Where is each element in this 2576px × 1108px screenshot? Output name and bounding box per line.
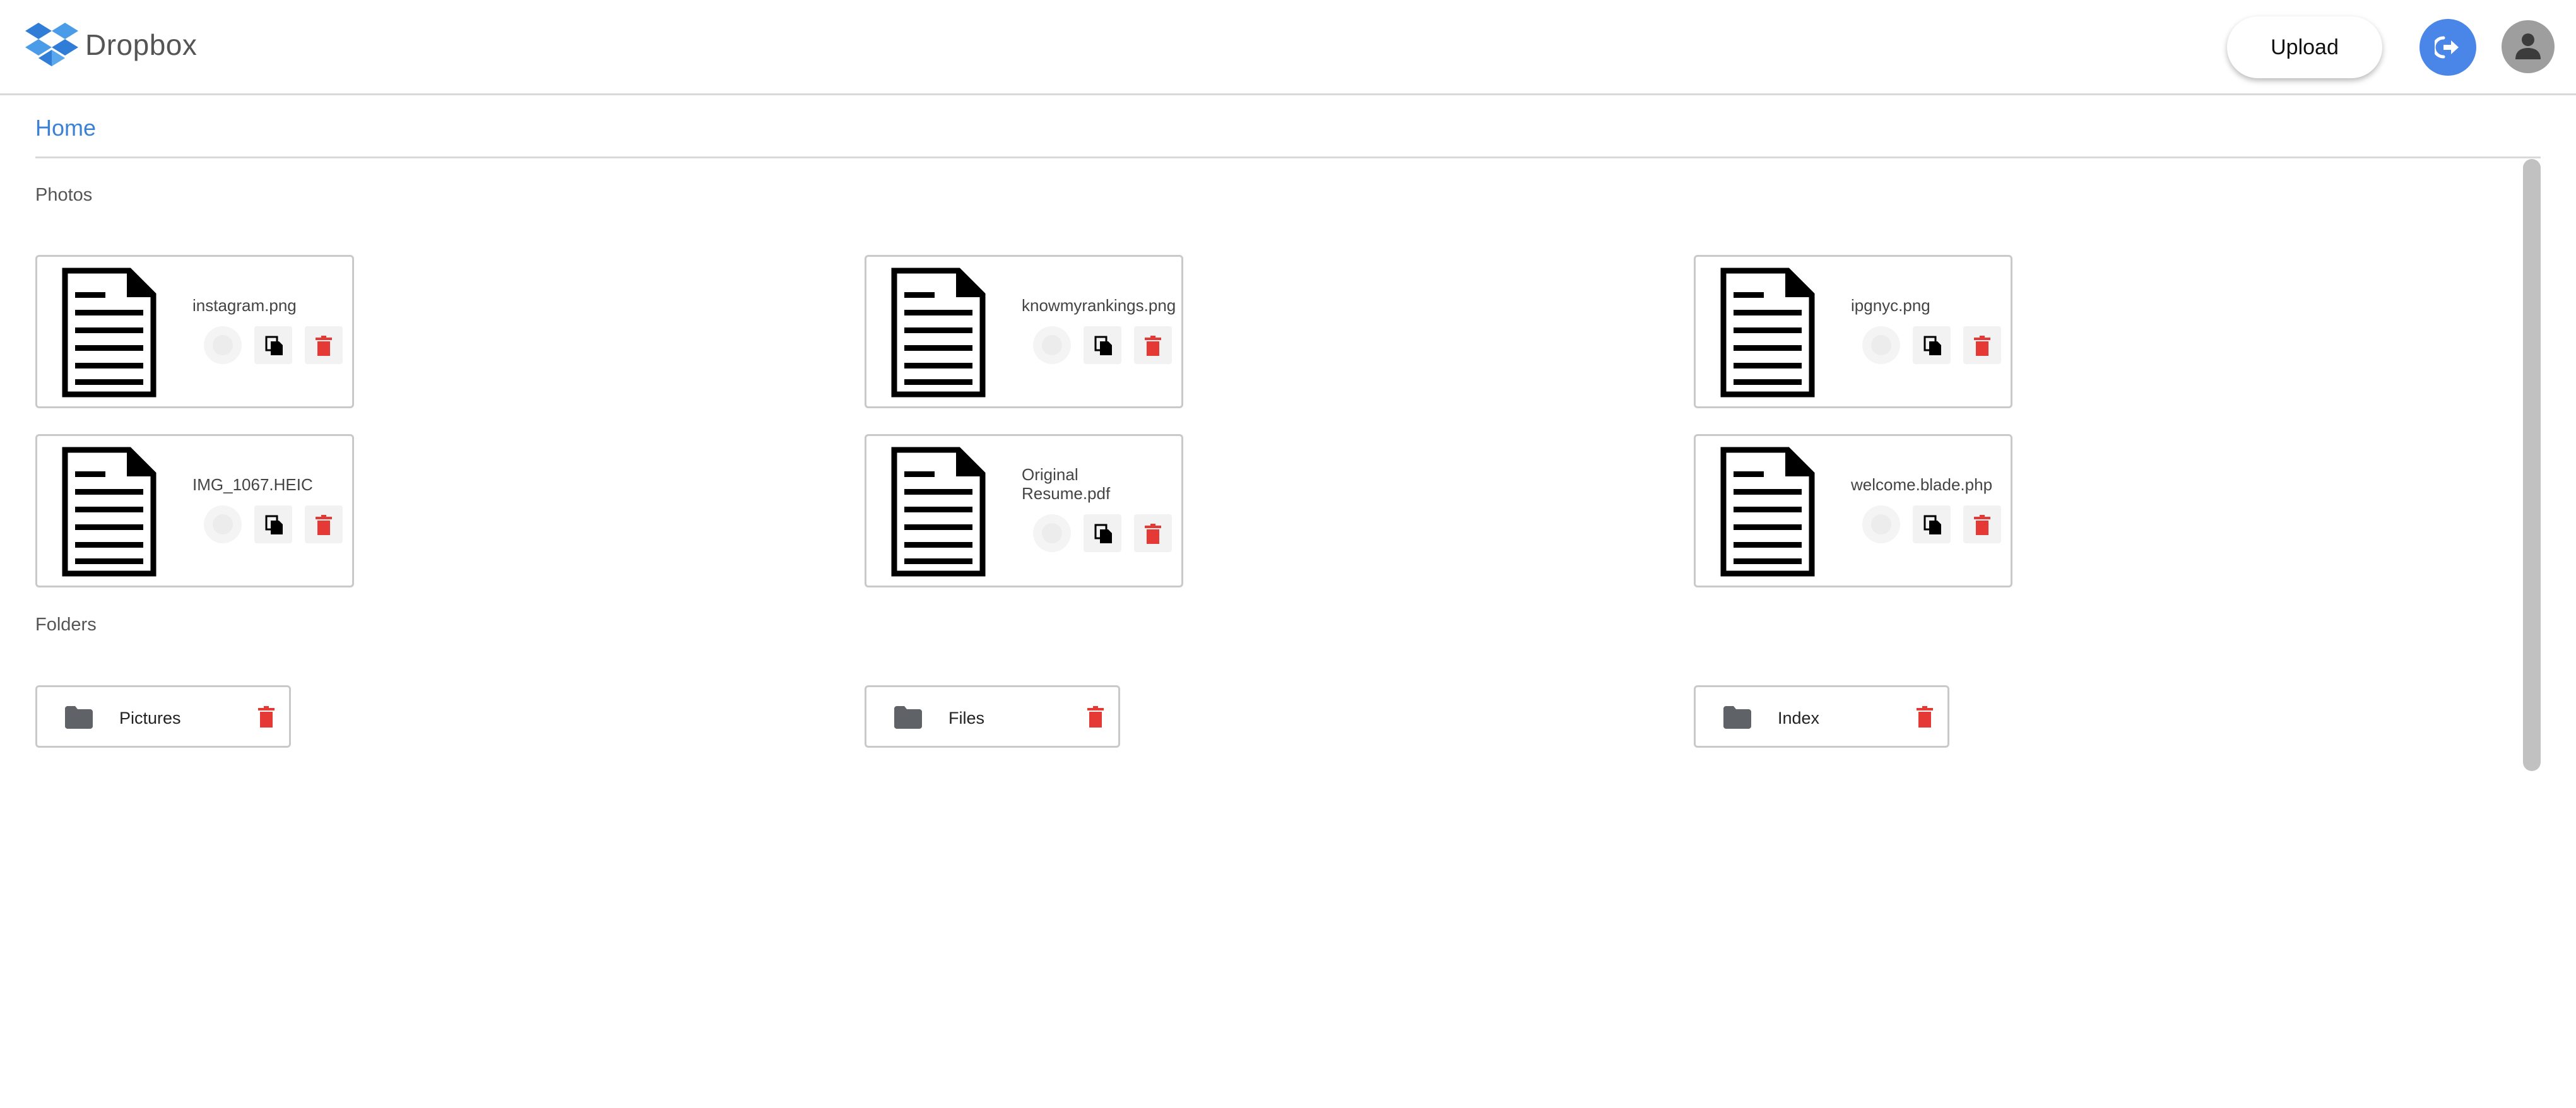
folder-card[interactable]: Pictures (35, 685, 291, 748)
file-name: knowmyrankings.png (1022, 296, 1176, 315)
delete-button[interactable] (1134, 514, 1172, 552)
download-button[interactable] (1033, 514, 1071, 552)
copy-icon (1094, 336, 1112, 355)
folder-icon (65, 706, 93, 729)
copy-button[interactable] (1084, 514, 1121, 552)
download-icon (1871, 335, 1891, 355)
delete-button[interactable] (305, 326, 343, 364)
folders-section-title: Folders (35, 615, 97, 635)
breadcrumb-home[interactable]: Home (35, 115, 96, 141)
copy-icon (1923, 515, 1941, 534)
copy-icon (1923, 336, 1941, 355)
download-icon (1042, 523, 1062, 543)
file-card[interactable]: instagram.png (35, 255, 354, 408)
top-header: Dropbox Upload (0, 0, 2576, 95)
copy-icon (1094, 524, 1112, 543)
upload-button[interactable]: Upload (2227, 16, 2382, 78)
folder-icon (1723, 706, 1751, 729)
copy-button[interactable] (254, 505, 292, 543)
document-icon (891, 447, 986, 577)
folder-name: Index (1778, 709, 1820, 728)
file-card[interactable]: welcome.blade.php (1694, 434, 2012, 587)
download-button[interactable] (1862, 505, 1900, 543)
copy-button[interactable] (254, 326, 292, 364)
photos-section-title: Photos (35, 185, 93, 205)
delete-button[interactable] (1134, 326, 1172, 364)
trash-icon (1974, 336, 1990, 356)
delete-button[interactable] (1963, 326, 2001, 364)
file-card[interactable]: knowmyrankings.png (865, 255, 1183, 408)
copy-icon (265, 515, 283, 534)
copy-button[interactable] (1084, 326, 1121, 364)
document-icon (891, 268, 986, 398)
file-name: Original Resume.pdf (1022, 465, 1111, 503)
file-card[interactable]: IMG_1067.HEIC (35, 434, 354, 587)
trash-icon (1974, 515, 1990, 535)
logout-icon (2435, 36, 2459, 59)
download-button[interactable] (1033, 326, 1071, 364)
download-button[interactable] (1862, 326, 1900, 364)
trash-icon (316, 515, 332, 535)
document-icon (62, 447, 157, 577)
download-icon (1042, 335, 1062, 355)
logout-button[interactable] (2419, 19, 2476, 76)
trash-icon (1145, 336, 1161, 356)
copy-icon (265, 336, 283, 355)
folder-icon (894, 706, 922, 729)
file-name: ipgnyc.png (1851, 296, 1930, 315)
file-name: IMG_1067.HEIC (192, 475, 313, 494)
trash-icon (316, 336, 332, 356)
document-icon (1720, 447, 1815, 577)
user-avatar[interactable] (2502, 20, 2555, 73)
file-card[interactable]: Original Resume.pdf (865, 434, 1183, 587)
copy-button[interactable] (1913, 326, 1951, 364)
trash-icon[interactable] (1917, 706, 1933, 728)
user-icon (2515, 33, 2541, 59)
delete-button[interactable] (305, 505, 343, 543)
app-name: Dropbox (85, 28, 198, 61)
download-button[interactable] (204, 326, 242, 364)
trash-icon[interactable] (1087, 706, 1104, 728)
folder-name: Files (948, 709, 985, 728)
download-button[interactable] (204, 505, 242, 543)
breadcrumb-divider (35, 156, 2541, 158)
copy-button[interactable] (1913, 505, 1951, 543)
folder-card[interactable]: Files (865, 685, 1120, 748)
download-icon (213, 514, 233, 534)
download-icon (213, 335, 233, 355)
document-icon (1720, 268, 1815, 398)
trash-icon[interactable] (258, 706, 275, 728)
delete-button[interactable] (1963, 505, 2001, 543)
file-name: welcome.blade.php (1851, 475, 1993, 494)
file-name: instagram.png (192, 296, 297, 315)
trash-icon (1145, 524, 1161, 544)
folder-name: Pictures (119, 709, 181, 728)
dropbox-logo-icon (25, 23, 78, 66)
download-icon (1871, 514, 1891, 534)
scrollbar[interactable] (2523, 159, 2541, 771)
folder-card[interactable]: Index (1694, 685, 1949, 748)
file-card[interactable]: ipgnyc.png (1694, 255, 2012, 408)
document-icon (62, 268, 157, 398)
